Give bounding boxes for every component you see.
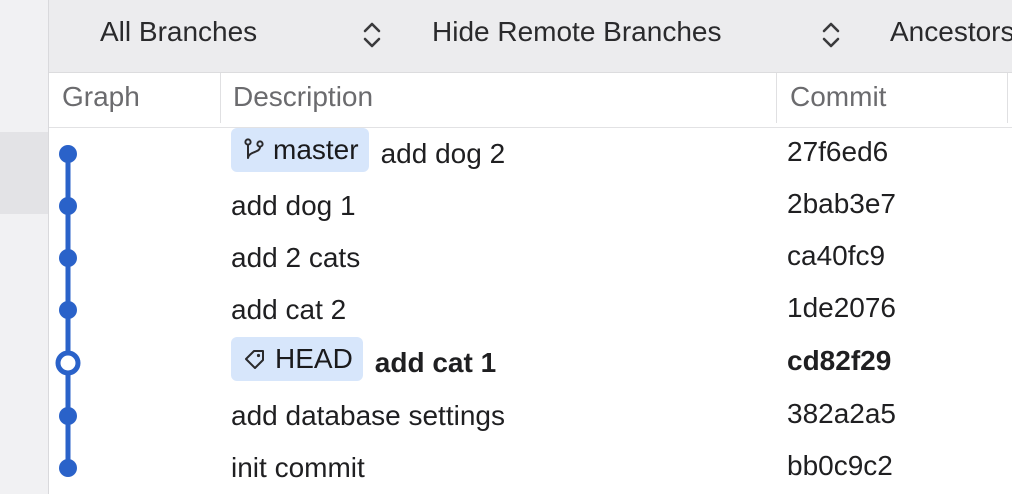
column-divider[interactable] bbox=[776, 73, 777, 123]
branch-badge[interactable]: master bbox=[231, 128, 369, 172]
commit-message: add cat 1 bbox=[374, 347, 497, 378]
branches-filter-label[interactable]: All Branches bbox=[100, 16, 257, 48]
commit-hash: 382a2a5 bbox=[787, 398, 897, 429]
commit-hash: cd82f29 bbox=[787, 345, 892, 376]
commit-description: master add dog 2 bbox=[231, 128, 505, 180]
description-column-header[interactable]: Description bbox=[233, 73, 373, 127]
commit-row[interactable]: add cat 2 1de2076 bbox=[49, 284, 1012, 336]
commit-column-header[interactable]: Commit bbox=[790, 73, 886, 127]
commit-hash: 1de2076 bbox=[787, 292, 897, 323]
branch-badge-label: master bbox=[273, 134, 359, 165]
tag-icon bbox=[245, 350, 264, 369]
commit-hash: ca40fc9 bbox=[787, 240, 886, 271]
commit-row[interactable]: add database settings 382a2a5 bbox=[49, 390, 1012, 442]
commit-row[interactable]: master add dog 2 27f6ed6 bbox=[49, 128, 1012, 180]
tag-badge-label: HEAD bbox=[275, 343, 353, 374]
sidebar-selection bbox=[0, 132, 48, 214]
remote-filter-chevron-icon[interactable] bbox=[820, 20, 842, 50]
sidebar-strip bbox=[0, 0, 49, 494]
commit-description: add cat 2 bbox=[231, 284, 346, 336]
commit-description: add dog 1 bbox=[231, 180, 356, 232]
column-divider[interactable] bbox=[1007, 73, 1008, 123]
tag-badge[interactable]: HEAD bbox=[231, 337, 363, 381]
commit-hash: 2bab3e7 bbox=[787, 188, 897, 219]
commit-list: master add dog 2 27f6ed6 add dog 1 2bab3… bbox=[49, 128, 1012, 494]
commit-message: add dog 1 bbox=[231, 190, 356, 221]
commit-message: add database settings bbox=[231, 400, 505, 431]
commit-row[interactable]: add dog 1 2bab3e7 bbox=[49, 180, 1012, 232]
history-toolbar: All Branches Hide Remote Branches Ancest… bbox=[49, 0, 1012, 73]
commit-message: add 2 cats bbox=[231, 242, 361, 273]
column-divider[interactable] bbox=[220, 73, 221, 123]
commit-description: add 2 cats bbox=[231, 232, 360, 284]
column-header: Graph Description Commit bbox=[49, 73, 1012, 128]
commit-row[interactable]: HEAD add cat 1 cd82f29 bbox=[49, 337, 1012, 389]
commit-description: add database settings bbox=[231, 390, 505, 442]
commit-hash: 27f6ed6 bbox=[787, 136, 889, 167]
graph-column-header[interactable]: Graph bbox=[62, 73, 140, 127]
commit-message: add dog 2 bbox=[380, 138, 506, 169]
commit-row[interactable]: add 2 cats ca40fc9 bbox=[49, 232, 1012, 284]
commit-message: init commit bbox=[231, 452, 365, 483]
branch-icon bbox=[244, 138, 264, 159]
commit-description: init commit bbox=[231, 442, 365, 494]
commit-description: HEAD add cat 1 bbox=[231, 337, 496, 389]
ancestors-filter-label[interactable]: Ancestors bbox=[890, 16, 1012, 48]
remote-branches-filter-label[interactable]: Hide Remote Branches bbox=[432, 16, 721, 48]
commit-row[interactable]: init commit bb0c9c2 bbox=[49, 442, 1012, 494]
branches-filter-chevron-icon[interactable] bbox=[361, 20, 383, 50]
commit-hash: bb0c9c2 bbox=[787, 450, 893, 481]
commit-message: add cat 2 bbox=[231, 294, 347, 325]
